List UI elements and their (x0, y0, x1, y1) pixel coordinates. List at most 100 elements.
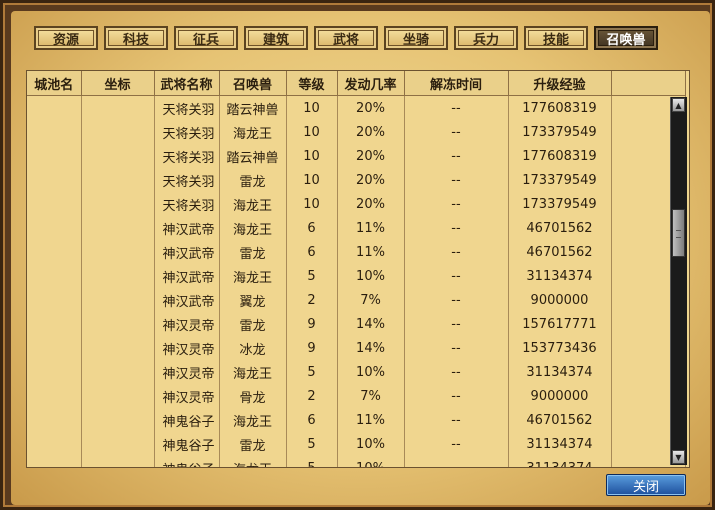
thaw-cell: -- (404, 168, 509, 192)
exp-cell: 46701562 (508, 408, 612, 432)
level-cell: 9 (286, 336, 338, 360)
level-cell: 6 (286, 240, 338, 264)
rate-cell: 20% (337, 95, 405, 120)
general-cell: 天将关羽 (154, 144, 220, 168)
level-cell: 10 (286, 95, 338, 120)
table-row[interactable]: 天将关羽 雷龙 10 20% -- 173379549 (27, 168, 686, 192)
rate-cell: 10% (337, 264, 405, 288)
exp-cell: 173379549 (508, 192, 612, 216)
level-cell: 10 (286, 168, 338, 192)
beast-cell: 雷龙 (219, 312, 287, 336)
city-cell (27, 288, 82, 312)
tab-1[interactable]: 科技 (104, 26, 168, 50)
table-row[interactable]: 神汉灵帝 骨龙 2 7% -- 9000000 (27, 384, 686, 408)
thaw-cell: -- (404, 192, 509, 216)
level-cell: 5 (286, 264, 338, 288)
exp-cell: 173379549 (508, 120, 612, 144)
exp-cell: 9000000 (508, 384, 612, 408)
rate-cell: 10% (337, 432, 405, 456)
column-header: 坐标 (81, 71, 155, 96)
city-cell (27, 168, 82, 192)
rate-cell: 7% (337, 384, 405, 408)
rate-cell: 20% (337, 192, 405, 216)
column-header: 武将名称 (154, 71, 220, 96)
table-row[interactable]: 神汉武帝 翼龙 2 7% -- 9000000 (27, 288, 686, 312)
table-row[interactable]: 天将关羽 海龙王 10 20% -- 173379549 (27, 120, 686, 144)
scroll-thumb[interactable] (672, 209, 685, 257)
thaw-cell: -- (404, 360, 509, 384)
table-row[interactable]: 神汉灵帝 海龙王 5 10% -- 31134374 (27, 360, 686, 384)
coord-cell (81, 384, 155, 408)
level-cell: 9 (286, 312, 338, 336)
general-cell: 神鬼谷子 (154, 408, 220, 432)
rate-cell: 11% (337, 240, 405, 264)
rate-cell: 20% (337, 168, 405, 192)
tab-8[interactable]: 召唤兽 (594, 26, 658, 50)
table-header-row: 城池名 坐标 武将名称 召唤兽 等级 发动几率 解冻时间 升级经验 (27, 71, 686, 96)
column-header: 等级 (286, 71, 338, 96)
general-cell: 神汉灵帝 (154, 384, 220, 408)
general-cell: 天将关羽 (154, 95, 220, 120)
tab-2[interactable]: 征兵 (174, 26, 238, 50)
scroll-down-icon[interactable]: ▼ (672, 450, 685, 464)
level-cell: 10 (286, 192, 338, 216)
tab-5[interactable]: 坐骑 (384, 26, 448, 50)
table-row[interactable]: 天将关羽 踏云神兽 10 20% -- 177608319 (27, 144, 686, 168)
beast-cell: 冰龙 (219, 336, 287, 360)
table-row[interactable]: 神鬼谷子海龙王510%--31134374 (27, 456, 686, 467)
beast-cell: 雷龙 (219, 240, 287, 264)
table-scrollbar[interactable]: ▲ ▼ (670, 97, 687, 465)
close-button[interactable]: 关闭 (606, 474, 686, 496)
exp-cell: 31134374 (508, 264, 612, 288)
tab-4[interactable]: 武将 (314, 26, 378, 50)
level-cell: 5 (286, 456, 338, 467)
city-cell (27, 95, 82, 120)
exp-cell: 31134374 (508, 360, 612, 384)
table-row[interactable]: 神汉武帝 雷龙 6 11% -- 46701562 (27, 240, 686, 264)
data-table: 城池名 坐标 武将名称 召唤兽 等级 发动几率 解冻时间 升级经验 天将关羽 踏云神兽 10 20%… (27, 71, 686, 467)
level-cell: 6 (286, 216, 338, 240)
table-row[interactable]: 神鬼谷子 海龙王 6 11% -- 46701562 (27, 408, 686, 432)
exp-cell: 31134374 (508, 432, 612, 456)
level-cell: 5 (286, 432, 338, 456)
level-cell: 5 (286, 360, 338, 384)
table-row[interactable]: 神汉武帝 海龙王 6 11% -- 46701562 (27, 216, 686, 240)
table-row[interactable]: 神汉武帝 海龙王 5 10% -- 31134374 (27, 264, 686, 288)
level-cell: 2 (286, 384, 338, 408)
beast-cell: 海龙王 (219, 408, 287, 432)
table-row[interactable]: 神鬼谷子 雷龙 5 10% -- 31134374 (27, 432, 686, 456)
general-cell: 神鬼谷子 (154, 456, 220, 467)
table-row[interactable]: 天将关羽 踏云神兽 10 20% -- 177608319 (27, 95, 686, 120)
tab-3[interactable]: 建筑 (244, 26, 308, 50)
level-cell: 10 (286, 144, 338, 168)
coord-cell (81, 432, 155, 456)
tab-7[interactable]: 技能 (524, 26, 588, 50)
rate-cell: 20% (337, 144, 405, 168)
level-cell: 10 (286, 120, 338, 144)
city-cell (27, 360, 82, 384)
thaw-cell: -- (404, 336, 509, 360)
tab-0[interactable]: 资源 (34, 26, 98, 50)
coord-cell (81, 408, 155, 432)
general-cell: 神汉武帝 (154, 288, 220, 312)
scroll-up-icon[interactable]: ▲ (672, 98, 685, 112)
general-cell: 神汉灵帝 (154, 336, 220, 360)
thaw-cell: -- (404, 312, 509, 336)
table-row[interactable]: 天将关羽 海龙王 10 20% -- 173379549 (27, 192, 686, 216)
exp-cell: 177608319 (508, 144, 612, 168)
coord-cell (81, 144, 155, 168)
coord-cell (81, 240, 155, 264)
city-cell (27, 216, 82, 240)
table-row[interactable]: 神汉灵帝 冰龙 9 14% -- 153773436 (27, 336, 686, 360)
beast-cell: 雷龙 (219, 432, 287, 456)
table-row[interactable]: 神汉灵帝 雷龙 9 14% -- 157617771 (27, 312, 686, 336)
thaw-cell: -- (404, 384, 509, 408)
city-cell (27, 240, 82, 264)
coord-cell (81, 264, 155, 288)
rate-cell: 11% (337, 408, 405, 432)
general-cell: 神汉灵帝 (154, 312, 220, 336)
tab-6[interactable]: 兵力 (454, 26, 518, 50)
column-header: 召唤兽 (219, 71, 287, 96)
thaw-cell: -- (404, 264, 509, 288)
coord-cell (81, 216, 155, 240)
